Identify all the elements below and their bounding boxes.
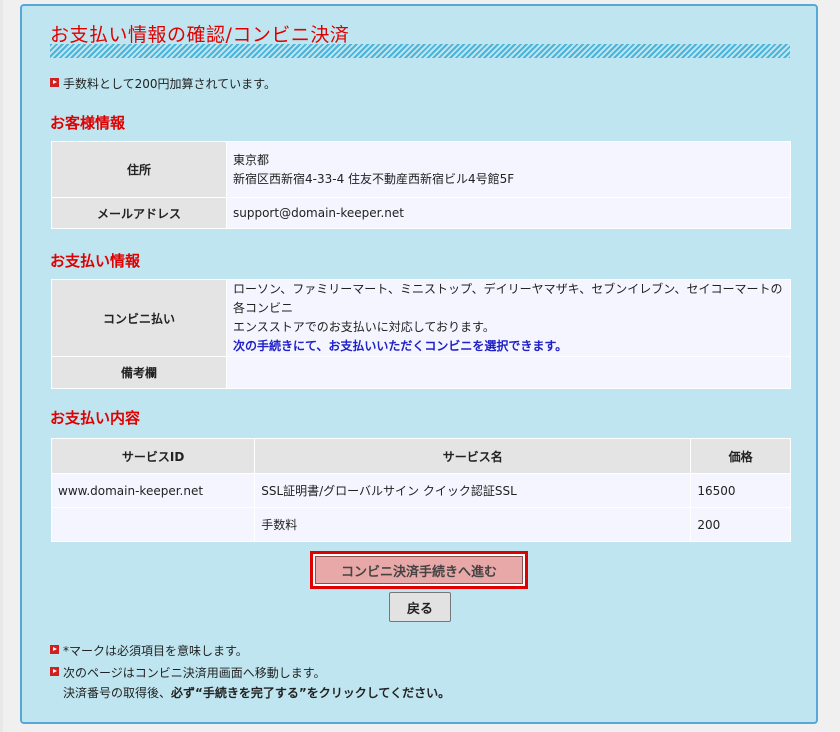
remarks-value <box>226 356 791 389</box>
price-cell: 200 <box>690 507 791 542</box>
footer-note-2-line2a: 決済番号の取得後、 <box>63 686 172 700</box>
back-button[interactable]: 戻る <box>389 592 451 622</box>
column-header: サービスID <box>50 438 256 474</box>
service-id-cell <box>50 507 256 542</box>
footer-note-2-line1: 次のページはコンビニ決済用画面へ移動します。 <box>63 666 326 680</box>
column-header: サービス名 <box>254 438 692 474</box>
service-table: サービスID サービス名 価格 www.domain-keeper.net SS… <box>50 438 791 542</box>
proceed-button[interactable]: コンビニ決済手続きへ進む <box>315 556 523 584</box>
address-row: 住所 東京都 新宿区西新宿4-33-4 住友不動産西新宿ビル4号館5F <box>51 141 791 198</box>
proceed-button-highlight: コンビニ決済手続きへ進む <box>310 551 528 589</box>
service-name-cell: 手数料 <box>254 507 692 542</box>
method-label: コンビニ払い <box>51 279 227 357</box>
method-value: ローソン、ファミリーマート、ミニストップ、デイリーヤマザキ、セブンイレブン、セイ… <box>226 279 791 357</box>
payment-heading: お支払い情報 <box>50 252 141 270</box>
price-cell: 16500 <box>690 473 791 508</box>
window-edge <box>0 0 3 732</box>
address-line1: 東京都 <box>233 152 270 167</box>
payment-table: コンビニ払い ローソン、ファミリーマート、ミニストップ、デイリーヤマザキ、セブン… <box>51 279 791 389</box>
table-row: 手数料 200 <box>50 507 791 542</box>
service-name-cell: SSL証明書/グローバルサイン クイック認証SSL <box>254 473 692 508</box>
title-underline-stripes <box>50 44 790 58</box>
footer-note-2: 次のページはコンビニ決済用画面へ移動します。 決済番号の取得後、必ず“手続きを完… <box>50 664 450 701</box>
footer-note-2-line2: 決済番号の取得後、必ず“手続きを完了する”をクリックしてください。 <box>63 684 450 701</box>
method-highlight: 次の手続きにて、お支払いいただくコンビニを選択できます。 <box>233 339 568 353</box>
service-id-cell: www.domain-keeper.net <box>50 473 256 508</box>
table-row: www.domain-keeper.net SSL証明書/グローバルサイン クイ… <box>50 473 791 508</box>
method-row: コンビニ払い ローソン、ファミリーマート、ミニストップ、デイリーヤマザキ、セブン… <box>51 279 791 357</box>
content-panel: お支払い情報の確認/コンビニ決済 手数料として200円加算されています。 お客様… <box>20 4 818 724</box>
service-header-row: サービスID サービス名 価格 <box>50 438 791 474</box>
remarks-row: 備考欄 <box>51 356 791 389</box>
method-text1: ローソン、ファミリーマート、ミニストップ、デイリーヤマザキ、セブンイレブン、セイ… <box>233 282 783 315</box>
address-label: 住所 <box>51 141 227 198</box>
arrow-bullet-icon <box>50 667 59 676</box>
footer-note-1-text: *マークは必須項目を意味します。 <box>63 644 248 658</box>
address-line2: 新宿区西新宿4-33-4 住友不動産西新宿ビル4号館5F <box>233 171 515 186</box>
email-value: support@domain-keeper.net <box>226 197 791 229</box>
arrow-bullet-icon <box>50 645 59 654</box>
column-header: 価格 <box>690 438 791 474</box>
content-heading: お支払い内容 <box>50 409 141 427</box>
customer-heading: お客様情報 <box>50 114 126 132</box>
fee-note-text: 手数料として200円加算されています。 <box>63 77 276 91</box>
page-title: お支払い情報の確認/コンビニ決済 <box>50 24 350 46</box>
email-row: メールアドレス support@domain-keeper.net <box>51 197 791 229</box>
customer-table: 住所 東京都 新宿区西新宿4-33-4 住友不動産西新宿ビル4号館5F メールア… <box>51 141 791 229</box>
address-value: 東京都 新宿区西新宿4-33-4 住友不動産西新宿ビル4号館5F <box>226 141 791 198</box>
method-text2: エンスストアでのお支払いに対応しております。 <box>233 320 495 334</box>
footer-note-1: *マークは必須項目を意味します。 <box>50 642 248 659</box>
fee-note: 手数料として200円加算されています。 <box>50 75 276 92</box>
footer-note-2-body: 次のページはコンビニ決済用画面へ移動します。 決済番号の取得後、必ず“手続きを完… <box>63 664 450 701</box>
arrow-bullet-icon <box>50 78 59 87</box>
footer-note-2-line2b: 必ず“手続きを完了する”をクリックしてください。 <box>171 686 451 700</box>
email-label: メールアドレス <box>51 197 227 229</box>
remarks-label: 備考欄 <box>51 356 227 389</box>
